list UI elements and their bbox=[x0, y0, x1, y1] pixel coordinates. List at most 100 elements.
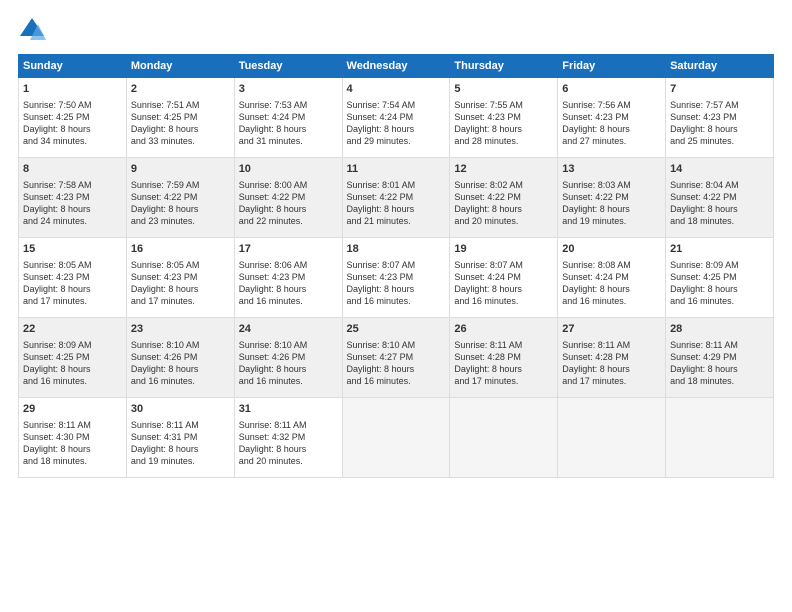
day-info: Sunrise: 8:08 AM bbox=[562, 259, 661, 271]
calendar-cell: 9Sunrise: 7:59 AMSunset: 4:22 PMDaylight… bbox=[126, 158, 234, 238]
day-info: Sunset: 4:30 PM bbox=[23, 431, 122, 443]
calendar-table: SundayMondayTuesdayWednesdayThursdayFrid… bbox=[18, 54, 774, 478]
day-info: and 21 minutes. bbox=[347, 215, 446, 227]
day-info: Daylight: 8 hours bbox=[131, 283, 230, 295]
day-number: 12 bbox=[454, 162, 553, 177]
day-info: Sunset: 4:23 PM bbox=[239, 271, 338, 283]
day-info: and 24 minutes. bbox=[23, 215, 122, 227]
day-info: Daylight: 8 hours bbox=[347, 363, 446, 375]
calendar-cell: 26Sunrise: 8:11 AMSunset: 4:28 PMDayligh… bbox=[450, 318, 558, 398]
calendar-cell: 28Sunrise: 8:11 AMSunset: 4:29 PMDayligh… bbox=[666, 318, 774, 398]
day-info: Sunset: 4:22 PM bbox=[239, 191, 338, 203]
day-info: Daylight: 8 hours bbox=[562, 123, 661, 135]
day-info: Sunrise: 7:54 AM bbox=[347, 99, 446, 111]
day-number: 14 bbox=[670, 162, 769, 177]
day-info: and 16 minutes. bbox=[239, 375, 338, 387]
calendar-cell: 6Sunrise: 7:56 AMSunset: 4:23 PMDaylight… bbox=[558, 78, 666, 158]
day-info: Sunset: 4:23 PM bbox=[454, 111, 553, 123]
day-info: Sunset: 4:23 PM bbox=[23, 191, 122, 203]
day-info: Sunset: 4:32 PM bbox=[239, 431, 338, 443]
day-info: Sunset: 4:26 PM bbox=[131, 351, 230, 363]
day-info: and 18 minutes. bbox=[670, 375, 769, 387]
calendar-cell: 20Sunrise: 8:08 AMSunset: 4:24 PMDayligh… bbox=[558, 238, 666, 318]
day-number: 29 bbox=[23, 402, 122, 417]
day-info: Sunrise: 8:11 AM bbox=[239, 419, 338, 431]
day-info: Sunset: 4:28 PM bbox=[562, 351, 661, 363]
day-info: Sunrise: 8:10 AM bbox=[347, 339, 446, 351]
day-info: and 16 minutes. bbox=[562, 295, 661, 307]
day-info: Sunrise: 8:10 AM bbox=[239, 339, 338, 351]
day-info: Sunrise: 8:07 AM bbox=[347, 259, 446, 271]
weekday-header-wednesday: Wednesday bbox=[342, 55, 450, 78]
day-number: 2 bbox=[131, 82, 230, 97]
calendar-cell: 1Sunrise: 7:50 AMSunset: 4:25 PMDaylight… bbox=[19, 78, 127, 158]
day-number: 20 bbox=[562, 242, 661, 257]
day-number: 16 bbox=[131, 242, 230, 257]
day-info: Sunrise: 8:11 AM bbox=[23, 419, 122, 431]
day-info: Sunset: 4:29 PM bbox=[670, 351, 769, 363]
day-info: and 33 minutes. bbox=[131, 135, 230, 147]
weekday-header-monday: Monday bbox=[126, 55, 234, 78]
day-number: 3 bbox=[239, 82, 338, 97]
calendar-cell: 11Sunrise: 8:01 AMSunset: 4:22 PMDayligh… bbox=[342, 158, 450, 238]
day-info: and 17 minutes. bbox=[23, 295, 122, 307]
day-info: and 18 minutes. bbox=[23, 455, 122, 467]
day-info: Daylight: 8 hours bbox=[239, 443, 338, 455]
day-info: Sunrise: 8:11 AM bbox=[670, 339, 769, 351]
day-info: and 17 minutes. bbox=[562, 375, 661, 387]
weekday-header-friday: Friday bbox=[558, 55, 666, 78]
day-info: and 28 minutes. bbox=[454, 135, 553, 147]
day-info: Sunset: 4:24 PM bbox=[347, 111, 446, 123]
day-info: Sunrise: 8:06 AM bbox=[239, 259, 338, 271]
day-number: 24 bbox=[239, 322, 338, 337]
calendar-cell: 14Sunrise: 8:04 AMSunset: 4:22 PMDayligh… bbox=[666, 158, 774, 238]
day-number: 31 bbox=[239, 402, 338, 417]
day-info: and 17 minutes. bbox=[131, 295, 230, 307]
day-number: 5 bbox=[454, 82, 553, 97]
day-info: Daylight: 8 hours bbox=[670, 363, 769, 375]
day-info: Daylight: 8 hours bbox=[239, 123, 338, 135]
day-info: Daylight: 8 hours bbox=[131, 363, 230, 375]
day-info: Daylight: 8 hours bbox=[670, 123, 769, 135]
calendar-cell: 18Sunrise: 8:07 AMSunset: 4:23 PMDayligh… bbox=[342, 238, 450, 318]
day-info: Sunset: 4:26 PM bbox=[239, 351, 338, 363]
day-info: Sunrise: 7:59 AM bbox=[131, 179, 230, 191]
day-number: 8 bbox=[23, 162, 122, 177]
day-info: and 19 minutes. bbox=[131, 455, 230, 467]
day-number: 7 bbox=[670, 82, 769, 97]
weekday-header-sunday: Sunday bbox=[19, 55, 127, 78]
day-number: 30 bbox=[131, 402, 230, 417]
day-number: 15 bbox=[23, 242, 122, 257]
calendar-cell: 16Sunrise: 8:05 AMSunset: 4:23 PMDayligh… bbox=[126, 238, 234, 318]
day-info: Sunset: 4:27 PM bbox=[347, 351, 446, 363]
day-number: 26 bbox=[454, 322, 553, 337]
day-info: Daylight: 8 hours bbox=[562, 283, 661, 295]
weekday-header-thursday: Thursday bbox=[450, 55, 558, 78]
day-info: Sunrise: 7:55 AM bbox=[454, 99, 553, 111]
day-info: and 16 minutes. bbox=[347, 295, 446, 307]
day-info: Daylight: 8 hours bbox=[239, 283, 338, 295]
day-info: Sunset: 4:25 PM bbox=[23, 351, 122, 363]
day-info: and 34 minutes. bbox=[23, 135, 122, 147]
day-info: Daylight: 8 hours bbox=[562, 203, 661, 215]
logo bbox=[18, 18, 50, 46]
day-info: Daylight: 8 hours bbox=[23, 363, 122, 375]
calendar-cell: 8Sunrise: 7:58 AMSunset: 4:23 PMDaylight… bbox=[19, 158, 127, 238]
day-info: and 16 minutes. bbox=[670, 295, 769, 307]
day-info: and 20 minutes. bbox=[239, 455, 338, 467]
day-info: and 29 minutes. bbox=[347, 135, 446, 147]
day-number: 18 bbox=[347, 242, 446, 257]
day-info: Sunrise: 8:11 AM bbox=[454, 339, 553, 351]
calendar-cell: 29Sunrise: 8:11 AMSunset: 4:30 PMDayligh… bbox=[19, 398, 127, 478]
day-info: Sunrise: 8:01 AM bbox=[347, 179, 446, 191]
calendar-cell bbox=[666, 398, 774, 478]
day-info: Daylight: 8 hours bbox=[454, 203, 553, 215]
day-info: Sunrise: 7:56 AM bbox=[562, 99, 661, 111]
day-info: and 16 minutes. bbox=[454, 295, 553, 307]
calendar-cell: 12Sunrise: 8:02 AMSunset: 4:22 PMDayligh… bbox=[450, 158, 558, 238]
calendar-cell: 17Sunrise: 8:06 AMSunset: 4:23 PMDayligh… bbox=[234, 238, 342, 318]
day-number: 13 bbox=[562, 162, 661, 177]
day-info: and 17 minutes. bbox=[454, 375, 553, 387]
day-number: 9 bbox=[131, 162, 230, 177]
day-info: Sunset: 4:22 PM bbox=[454, 191, 553, 203]
